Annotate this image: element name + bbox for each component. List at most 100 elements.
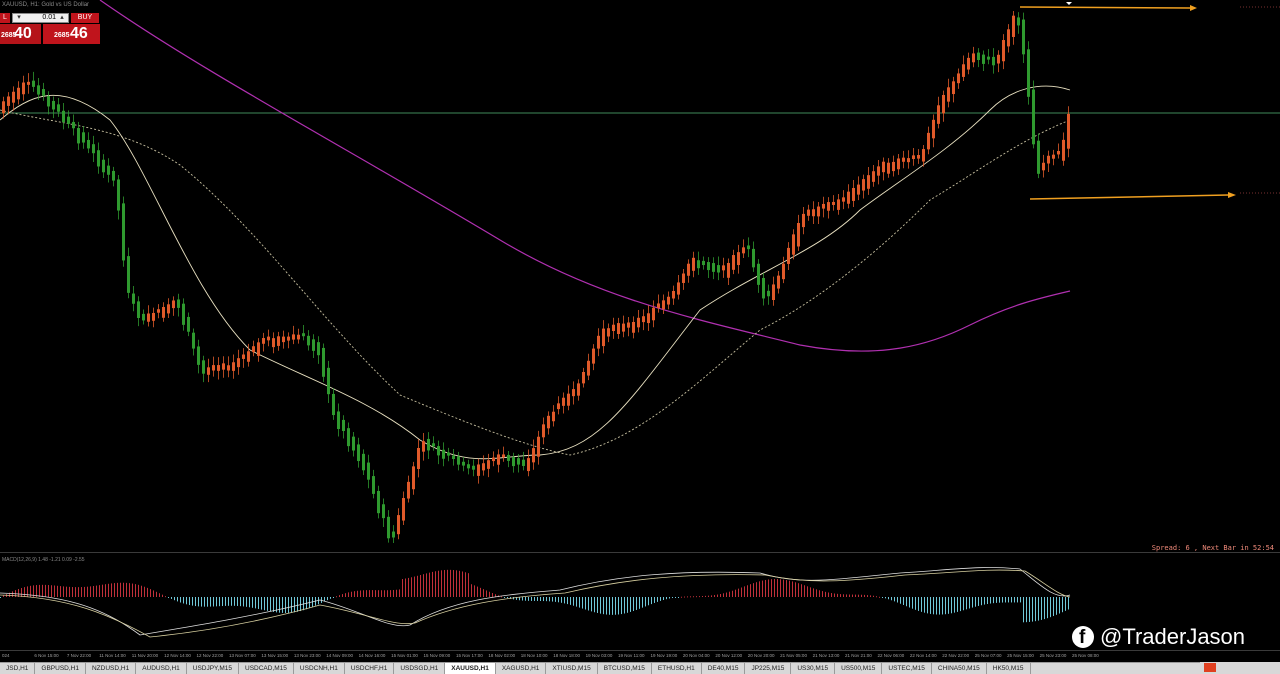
macd-histogram-bar — [654, 597, 655, 603]
decrease-lot-icon[interactable]: ▾ — [15, 14, 23, 22]
candle — [622, 323, 625, 332]
macd-histogram-bar — [384, 590, 385, 597]
symbol-tab[interactable]: USDCAD,M15 — [239, 663, 294, 674]
time-axis-label: 21 Nov 21:00 — [845, 653, 872, 658]
macd-histogram-bar — [198, 597, 199, 607]
macd-histogram-bar — [804, 585, 805, 597]
macd-histogram-bar — [786, 580, 787, 597]
macd-histogram-bar — [330, 597, 331, 599]
macd-histogram-bar — [777, 579, 778, 597]
macd-histogram-bar — [600, 597, 601, 614]
candle — [1062, 139, 1065, 161]
symbol-tab[interactable]: XAGUSD,H1 — [496, 663, 547, 674]
symbol-tab[interactable]: XTIUSD,M15 — [546, 663, 598, 674]
symbol-tab[interactable]: XAUUSD,H1 — [445, 663, 496, 674]
candle — [727, 262, 730, 278]
macd-histogram-bar — [81, 587, 82, 597]
candle — [947, 87, 950, 102]
candle — [797, 223, 800, 247]
time-axis-label: 13 Nov 15:00 — [261, 653, 289, 658]
symbol-tab[interactable]: DE40,M15 — [702, 663, 746, 674]
buy-button[interactable]: BUY — [71, 13, 99, 23]
macd-histogram-bar — [84, 586, 85, 597]
candle — [452, 455, 455, 459]
macd-histogram-bar — [696, 596, 697, 598]
macd-histogram-bar — [573, 597, 574, 606]
symbol-tab[interactable]: US500,M15 — [835, 663, 883, 674]
symbol-tab[interactable]: GBPUSD,H1 — [35, 663, 86, 674]
macd-histogram-bar — [447, 569, 448, 597]
macd-histogram-bar — [345, 593, 346, 597]
symbol-tab[interactable]: CHINA50,M15 — [932, 663, 987, 674]
symbol-tab[interactable]: NZDUSD,H1 — [86, 663, 137, 674]
lot-size-value[interactable]: 0.01 — [25, 14, 56, 22]
macd-histogram-bar — [1023, 597, 1024, 623]
candle — [1007, 29, 1010, 47]
sell-price[interactable]: 2685 40 — [0, 24, 41, 44]
symbol-tab[interactable]: HK50,M15 — [987, 663, 1031, 674]
symbol-tab[interactable]: BTCUSD,M15 — [598, 663, 652, 674]
time-axis-label: 11 Nov 14:00 — [99, 653, 126, 658]
price-chart[interactable] — [0, 0, 1280, 552]
macd-histogram-bar — [279, 597, 280, 613]
increase-lot-icon[interactable]: ▴ — [58, 14, 66, 22]
candle — [912, 155, 915, 160]
macd-histogram-bar — [549, 597, 550, 602]
macd-histogram-bar — [546, 597, 547, 602]
buy-price[interactable]: 2685 46 — [43, 24, 100, 44]
symbol-tab[interactable]: USDCHF,H1 — [345, 663, 395, 674]
lot-size-stepper[interactable]: ▾ 0.01 ▴ — [12, 13, 69, 23]
candle — [977, 52, 980, 61]
candle — [292, 334, 295, 340]
symbol-tab[interactable]: JSD,H1 — [0, 663, 36, 674]
macd-histogram-bar — [963, 597, 964, 611]
candle — [1022, 19, 1025, 55]
candle — [862, 179, 865, 191]
candle — [802, 213, 805, 228]
macd-histogram-bar — [222, 597, 223, 607]
time-axis-label: 6 Nov 15:00 — [34, 653, 59, 658]
macd-histogram-bar — [564, 597, 565, 604]
macd-histogram-bar — [825, 591, 826, 597]
macd-histogram-bar — [186, 597, 187, 605]
symbol-tab[interactable]: USTEC,M15 — [882, 663, 932, 674]
macd-histogram-bar — [933, 597, 934, 615]
candle — [562, 397, 565, 406]
candle — [192, 332, 195, 349]
macd-histogram-bar — [621, 597, 622, 615]
candle — [647, 313, 650, 324]
macd-histogram-bar — [1068, 597, 1069, 610]
candle — [492, 457, 495, 462]
macd-histogram-bar — [282, 597, 283, 613]
macd-histogram-bar — [810, 587, 811, 597]
macd-histogram-bar — [99, 585, 100, 597]
symbol-tab[interactable]: ETHUSD,H1 — [652, 663, 702, 674]
macd-histogram-bar — [438, 570, 439, 597]
candle — [407, 481, 410, 499]
symbol-tab[interactable]: US30,M15 — [791, 663, 836, 674]
macd-histogram-bar — [1044, 597, 1045, 620]
symbol-tab[interactable]: AUDUSD,H1 — [136, 663, 187, 674]
macd-histogram-bar — [966, 597, 967, 610]
candle — [852, 187, 855, 201]
candle — [72, 121, 75, 129]
candle — [227, 365, 230, 371]
symbol-tab[interactable]: JP225,M15 — [745, 663, 792, 674]
macd-histogram-bar — [837, 593, 838, 597]
time-axis-label: 18 Nov 18:00 — [553, 653, 580, 658]
candle — [217, 365, 220, 371]
symbol-tab[interactable]: USDCNH,H1 — [294, 663, 345, 674]
macd-histogram-bar — [732, 590, 733, 597]
symbol-tab[interactable]: USDJPY,M15 — [187, 663, 240, 674]
symbol-tab[interactable]: USDSGD,H1 — [394, 663, 446, 674]
macd-histogram-bar — [987, 597, 988, 605]
macd-histogram-bar — [738, 588, 739, 597]
macd-histogram-bar — [408, 577, 409, 597]
sell-button[interactable]: L — [0, 13, 10, 23]
macd-histogram-bar — [906, 597, 907, 607]
candle — [507, 454, 510, 461]
macd-histogram-bar — [267, 597, 268, 611]
macd-histogram-bar — [969, 597, 970, 609]
candle — [602, 328, 605, 347]
macd-histogram-bar — [1038, 597, 1039, 621]
